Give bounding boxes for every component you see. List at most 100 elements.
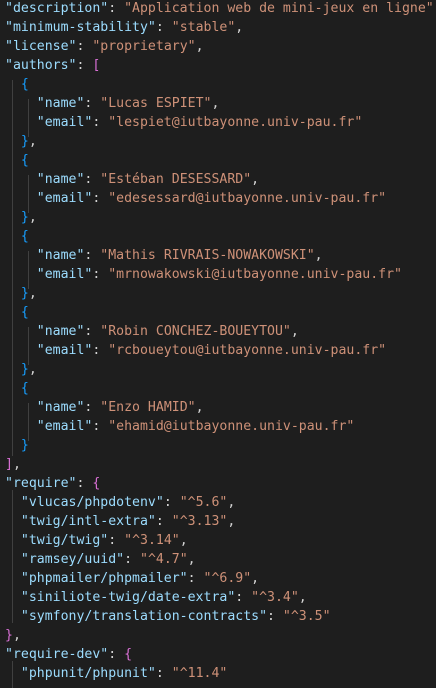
json-punctuation (5, 571, 21, 586)
code-line[interactable]: }, (5, 208, 37, 227)
code-line[interactable]: }, (5, 360, 37, 379)
json-bracket: { (124, 647, 133, 662)
json-punctuation: , (251, 571, 260, 586)
code-line[interactable]: "email": "mrnowakowski@iutbayonne.univ-p… (5, 265, 402, 284)
code-editor[interactable]: "description": "Application web de mini-… (0, 0, 436, 688)
json-bracket: { (20, 305, 29, 320)
json-string: "^6.9" (203, 571, 252, 586)
code-line[interactable]: "name": "Estéban DESESSARD", (5, 170, 259, 189)
code-line[interactable]: "phpunit/phpunit": "^11.4" (5, 664, 227, 683)
code-line[interactable]: }, (5, 626, 21, 645)
json-key: "ramsey/uuid" (20, 552, 125, 567)
json-key: "name" (36, 248, 85, 263)
json-string: "^3.5" (282, 609, 331, 624)
json-punctuation: : (155, 20, 172, 35)
code-line[interactable]: "authors": [ (5, 56, 100, 75)
json-bracket: } (20, 362, 29, 377)
code-line[interactable]: "require": { (5, 474, 100, 493)
json-punctuation: , (12, 628, 21, 643)
json-punctuation (5, 419, 37, 434)
json-bracket: { (92, 476, 101, 491)
json-punctuation (5, 343, 37, 358)
json-key: "twig/twig" (20, 533, 109, 548)
code-line[interactable]: }, (5, 132, 37, 151)
code-line[interactable]: "minimum-stability": "stable", (5, 18, 243, 37)
json-punctuation (5, 495, 21, 510)
code-line[interactable]: "phpmailer/phpmailer": "^6.9", (5, 569, 259, 588)
json-punctuation (5, 153, 21, 168)
json-key: "name" (36, 172, 85, 187)
json-punctuation: , (290, 324, 299, 339)
code-line[interactable]: "twig/intl-extra": "^3.13", (5, 512, 235, 531)
code-line[interactable]: "name": "Lucas ESPIET", (5, 94, 220, 113)
json-string: "Lucas ESPIET" (100, 96, 212, 111)
json-bracket: { (20, 229, 29, 244)
code-line[interactable]: "description": "Application web de mini-… (5, 0, 436, 18)
json-key: "name" (36, 96, 85, 111)
json-string: "^11.4" (171, 666, 228, 681)
json-punctuation: , (179, 533, 188, 548)
code-line[interactable]: "license": "proprietary", (5, 37, 204, 56)
code-line[interactable]: { (5, 303, 29, 322)
json-punctuation: : (163, 495, 180, 510)
json-punctuation: : (84, 248, 101, 263)
code-line[interactable]: "symfony/translation-contracts": "^3.5" (5, 607, 331, 626)
code-line[interactable]: { (5, 227, 29, 246)
json-punctuation (5, 438, 21, 453)
json-key: "email" (36, 343, 93, 358)
code-line[interactable]: "email": "lespiet@iutbayonne.univ-pau.fr… (5, 113, 363, 132)
json-punctuation (5, 210, 21, 225)
code-line[interactable]: "vlucas/phpdotenv": "^5.6", (5, 493, 235, 512)
code-line[interactable]: } (5, 436, 29, 455)
json-punctuation (5, 514, 21, 529)
code-line[interactable]: "email": "edesessard@iutbayonne.univ-pau… (5, 189, 386, 208)
json-punctuation: : (187, 571, 204, 586)
json-punctuation (5, 96, 37, 111)
code-line[interactable]: "twig/twig": "^3.14", (5, 531, 188, 550)
code-line[interactable]: }, (5, 284, 37, 303)
json-punctuation: : (155, 666, 172, 681)
json-punctuation (5, 267, 37, 282)
code-line[interactable]: "name": "Mathis RIVRAIS-NOWAKOWSKI", (5, 246, 323, 265)
json-punctuation (5, 286, 21, 301)
json-punctuation: : (92, 419, 109, 434)
json-key: "name" (36, 400, 85, 415)
code-line[interactable]: { (5, 75, 29, 94)
json-punctuation (5, 666, 21, 681)
json-bracket: { (20, 77, 29, 92)
json-punctuation: : (235, 590, 252, 605)
code-line[interactable]: { (5, 151, 29, 170)
code-line[interactable]: "email": "ehamid@iutbayonne.univ-pau.fr" (5, 417, 355, 436)
json-key: "name" (36, 324, 85, 339)
code-line[interactable]: "email": "rcboueytou@iutbayonne.univ-pau… (5, 341, 386, 360)
code-line[interactable]: "siniliote-twig/date-extra": "^3.4", (5, 588, 307, 607)
json-bracket: ] (5, 457, 13, 472)
json-punctuation: : (108, 1, 125, 16)
json-punctuation: , (235, 20, 244, 35)
json-punctuation: : (108, 647, 125, 662)
json-punctuation: : (124, 552, 140, 567)
json-key: "require" (5, 476, 77, 491)
code-line[interactable]: ], (5, 455, 21, 474)
code-line[interactable]: "name": "Robin CONCHEZ-BOUEYTOU", (5, 322, 299, 341)
code-line[interactable]: "ramsey/uuid": "^4.7", (5, 550, 196, 569)
json-string: "Estéban DESESSARD" (100, 172, 252, 187)
code-line[interactable]: { (5, 379, 29, 398)
code-line[interactable]: "require-dev": { (5, 645, 132, 664)
json-punctuation: , (12, 457, 21, 472)
json-bracket: } (20, 438, 29, 453)
json-punctuation (5, 362, 21, 377)
json-string: "Robin CONCHEZ-BOUEYTOU" (100, 324, 291, 339)
json-key: "phpmailer/phpmailer" (20, 571, 188, 586)
json-punctuation (5, 172, 37, 187)
json-punctuation: , (195, 400, 204, 415)
json-punctuation: , (28, 362, 37, 377)
json-string: "ehamid@iutbayonne.univ-pau.fr" (108, 419, 355, 434)
json-string: "lespiet@iutbayonne.univ-pau.fr" (108, 115, 363, 130)
code-line[interactable]: "name": "Enzo HAMID", (5, 398, 204, 417)
json-punctuation: , (251, 172, 260, 187)
json-punctuation (5, 77, 21, 92)
json-punctuation: , (195, 39, 204, 54)
json-punctuation: : (76, 476, 93, 491)
json-punctuation: : (84, 96, 101, 111)
